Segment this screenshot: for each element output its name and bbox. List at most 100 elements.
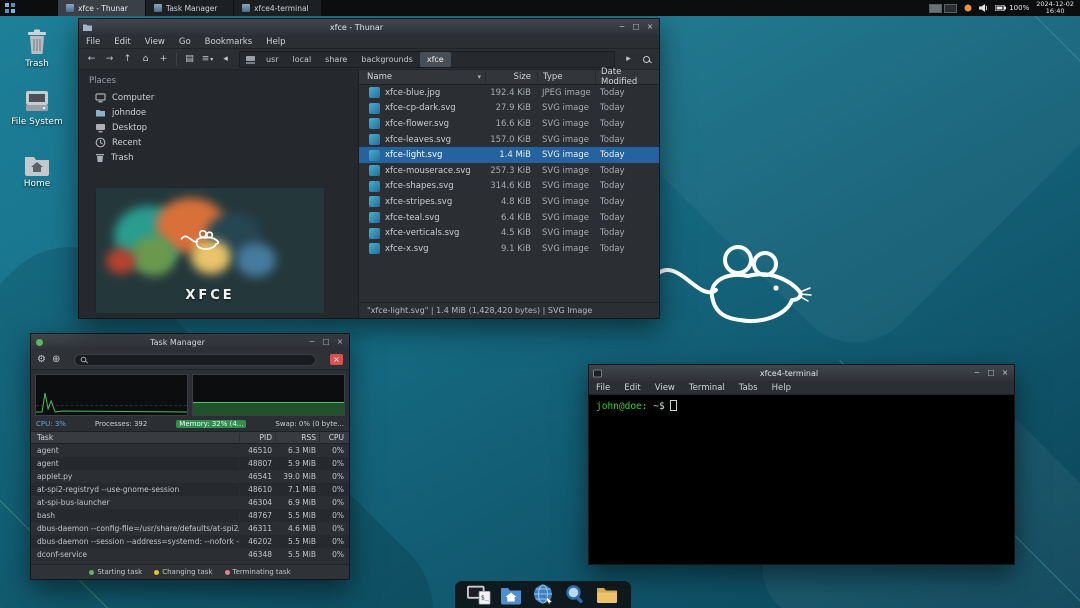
column-header-rss[interactable]: RSS: [275, 433, 319, 442]
breadcrumb-segment[interactable]: backgrounds: [354, 52, 419, 67]
dock-file-manager-home-launcher[interactable]: [499, 584, 523, 606]
menu-item[interactable]: Help: [765, 383, 798, 393]
battery-indicator[interactable]: 100%: [995, 4, 1029, 12]
task-row[interactable]: agent 46510 6.3 MiB 0%: [31, 444, 349, 457]
file-row[interactable]: xfce-leaves.svg 157.0 KiB SVG image Toda…: [359, 132, 659, 148]
task-row[interactable]: dconf-service 46348 5.5 MiB 0%: [31, 548, 349, 561]
menu-item[interactable]: Bookmarks: [198, 37, 260, 47]
view-list-button[interactable]: ≡ ▾: [199, 51, 216, 68]
task-row[interactable]: at-spi-bus-launcher 46304 6.9 MiB 0%: [31, 496, 349, 509]
minimize-button[interactable]: −: [972, 366, 982, 380]
close-button[interactable]: ×: [645, 20, 655, 34]
menu-item[interactable]: Terminal: [682, 383, 732, 393]
task-row[interactable]: applet.py 46541 39.0 MiB 0%: [31, 470, 349, 483]
close-button[interactable]: ×: [335, 335, 345, 349]
workspace-pager[interactable]: [929, 3, 958, 13]
back-button[interactable]: ←: [83, 51, 100, 68]
breadcrumb-segment[interactable]: xfce: [419, 51, 451, 67]
minimize-button[interactable]: −: [617, 20, 627, 34]
dock-app-finder-launcher[interactable]: [563, 584, 587, 606]
column-header-modified[interactable]: Date Modified: [595, 67, 659, 87]
column-header-task[interactable]: Task: [31, 433, 239, 442]
search-button[interactable]: [638, 51, 655, 68]
volume-icon[interactable]: [979, 4, 988, 12]
place-user-home[interactable]: johndoe: [79, 105, 358, 120]
new-folder-button[interactable]: +: [155, 51, 172, 68]
column-header-type[interactable]: Type: [537, 72, 595, 82]
menu-item[interactable]: View: [648, 383, 682, 393]
dock-terminal-launcher[interactable]: $_: [467, 584, 491, 606]
file-row[interactable]: xfce-x.svg 9.1 KiB SVG image Today: [359, 241, 659, 257]
desktop-icon-home[interactable]: Home: [6, 146, 68, 189]
quit-button[interactable]: ×: [330, 354, 343, 365]
file-row[interactable]: xfce-flower.svg 16.6 KiB SVG image Today: [359, 116, 659, 132]
filesystem-root-icon[interactable]: [245, 54, 256, 65]
identify-window-icon[interactable]: ⊕: [52, 354, 60, 365]
updates-icon[interactable]: [964, 4, 972, 12]
close-button[interactable]: ×: [1000, 366, 1010, 380]
file-row[interactable]: xfce-stripes.svg 4.8 KiB SVG image Today: [359, 194, 659, 210]
task-manager-titlebar[interactable]: Task Manager − □ ×: [31, 334, 349, 350]
file-row[interactable]: xfce-mouserace.svg 257.3 KiB SVG image T…: [359, 163, 659, 179]
task-search-input[interactable]: [74, 353, 316, 366]
column-header-pid[interactable]: PID: [239, 433, 275, 442]
menu-item[interactable]: File: [589, 383, 617, 393]
file-row[interactable]: xfce-teal.svg 6.4 KiB SVG image Today: [359, 210, 659, 226]
file-row[interactable]: xfce-blue.jpg 192.4 KiB JPEG image Today: [359, 85, 659, 101]
task-row[interactable]: dbus-daemon --config-file=/usr/share/def…: [31, 522, 349, 535]
terminal-titlebar[interactable]: xfce4-terminal − □ ×: [589, 365, 1014, 381]
crumb-scroll-left-button[interactable]: ◂: [217, 51, 234, 68]
file-thumbnail-icon: [369, 118, 380, 130]
dock-folder-launcher[interactable]: [595, 584, 619, 606]
task-row[interactable]: agent 48807 5.9 MiB 0%: [31, 457, 349, 470]
menu-item[interactable]: Help: [259, 37, 292, 47]
desktop-icon-trash[interactable]: Trash: [6, 26, 68, 69]
task-row[interactable]: bash 48767 5.5 MiB 0%: [31, 509, 349, 522]
taskbar-window-button[interactable]: xfce4-terminal: [234, 0, 322, 16]
maximize-button[interactable]: □: [986, 366, 996, 380]
file-modified: Today: [600, 228, 625, 239]
place-computer[interactable]: Computer: [79, 90, 358, 105]
column-header-name[interactable]: Name ▾: [359, 72, 485, 82]
desktop-icon-file-system[interactable]: File System: [6, 84, 68, 127]
menu-item[interactable]: Edit: [107, 37, 137, 47]
taskbar-window-button[interactable]: Task Manager: [146, 0, 234, 16]
file-row[interactable]: xfce-light.svg 1.4 MiB SVG image Today: [359, 147, 659, 163]
menu-item[interactable]: File: [79, 37, 107, 47]
menu-item[interactable]: Go: [172, 37, 198, 47]
file-row[interactable]: xfce-shapes.svg 314.6 KiB SVG image Toda…: [359, 179, 659, 195]
home-button[interactable]: ⌂: [137, 51, 154, 68]
terminal-content[interactable]: john@doe: ~$: [589, 395, 1014, 564]
breadcrumb-segment[interactable]: share: [318, 52, 354, 67]
task-name: dbus-daemon --config-file=/usr/share/def…: [37, 524, 239, 533]
workspace-1[interactable]: [929, 3, 943, 13]
minimize-button[interactable]: −: [307, 335, 317, 349]
workspace-2[interactable]: [944, 3, 958, 13]
view-grid-button[interactable]: ▤: [181, 51, 198, 68]
menu-item[interactable]: Tabs: [732, 383, 765, 393]
file-row[interactable]: xfce-cp-dark.svg 27.9 KiB SVG image Toda…: [359, 101, 659, 117]
taskbar-window-button[interactable]: xfce - Thunar: [58, 0, 146, 16]
forward-button[interactable]: →: [101, 51, 118, 68]
up-button[interactable]: ↑: [119, 51, 136, 68]
thunar-titlebar[interactable]: xfce - Thunar − □ ×: [79, 19, 659, 35]
menu-item[interactable]: View: [138, 37, 172, 47]
dock-web-browser-launcher[interactable]: [531, 584, 555, 606]
applications-menu-button[interactable]: [0, 0, 20, 16]
crumb-scroll-right-button[interactable]: ▸: [620, 51, 637, 68]
menu-item[interactable]: Edit: [617, 383, 647, 393]
task-row[interactable]: at-spi2-registryd --use-gnome-session 48…: [31, 483, 349, 496]
maximize-button[interactable]: □: [631, 20, 641, 34]
column-header-cpu[interactable]: CPU: [319, 433, 349, 442]
place-recent[interactable]: Recent: [79, 135, 358, 150]
place-trash[interactable]: Trash: [79, 150, 358, 165]
place-desktop[interactable]: Desktop: [79, 120, 358, 135]
breadcrumb-segment[interactable]: local: [286, 52, 319, 67]
breadcrumb-segment[interactable]: usr: [259, 52, 286, 67]
maximize-button[interactable]: □: [321, 335, 331, 349]
task-row[interactable]: dbus-daemon --session --address=systemd:…: [31, 535, 349, 548]
settings-gear-icon[interactable]: ⚙: [37, 354, 46, 365]
file-row[interactable]: xfce-verticals.svg 4.5 KiB SVG image Tod…: [359, 225, 659, 241]
column-header-size[interactable]: Size: [485, 72, 537, 82]
panel-clock[interactable]: 2024-12-02 16:40: [1036, 0, 1074, 16]
